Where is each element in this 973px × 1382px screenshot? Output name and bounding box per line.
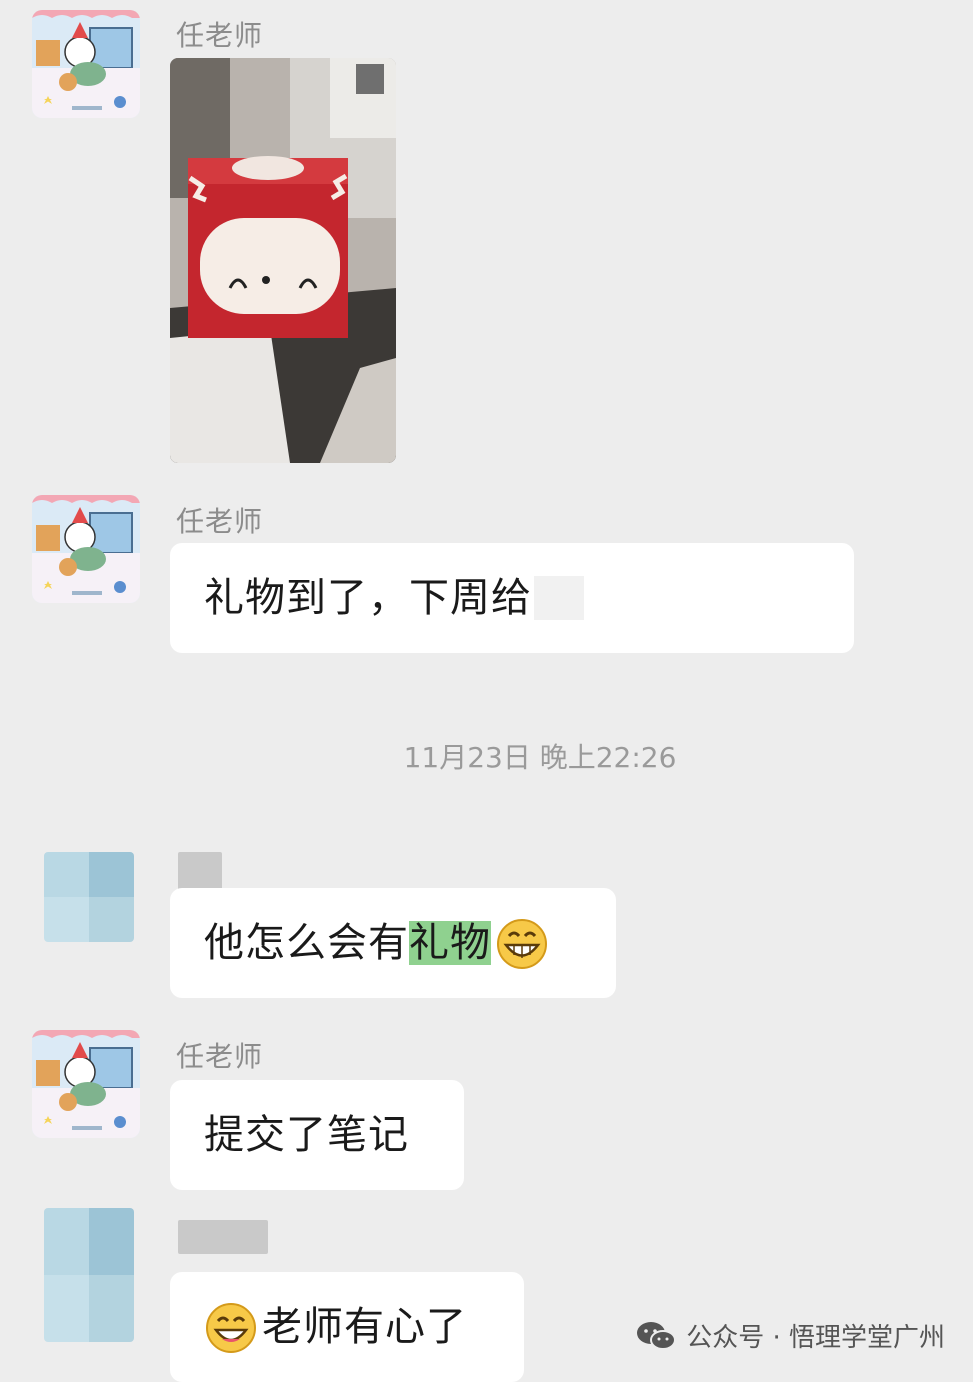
teacher-avatar[interactable] [32, 495, 140, 603]
user-avatar-blurred[interactable] [44, 852, 134, 942]
cartoon-avatar-icon [32, 1030, 140, 1138]
message-text: 礼物到了，下周给 [204, 575, 532, 621]
sender-name-redacted [178, 852, 222, 892]
message-bubble[interactable]: 老师有心了 [170, 1272, 524, 1382]
message-bubble[interactable]: 他怎么会有 礼物 [170, 888, 616, 998]
message-bubble[interactable]: 提交了笔记 [170, 1080, 464, 1190]
sender-name: 任老师 [176, 1040, 264, 1073]
message-text: 他怎么会有 [204, 920, 409, 966]
sender-name-redacted [178, 1220, 268, 1254]
redacted-block [534, 576, 584, 620]
user-avatar-blurred[interactable] [44, 1208, 134, 1342]
gift-photo[interactable] [170, 58, 396, 463]
message-bubble[interactable]: 礼物到了，下周给 [170, 543, 854, 653]
chat-timestamp: 11月23日 晚上22:26 [403, 741, 677, 774]
cartoon-avatar-icon [32, 10, 140, 118]
watermark-label: 公众号 · 悟理学堂广州 [686, 1323, 945, 1353]
teacher-avatar[interactable] [32, 1030, 140, 1138]
sender-name: 任老师 [176, 505, 264, 538]
wechat-icon [637, 1321, 677, 1350]
watermark: 公众号 · 悟理学堂广州 [636, 1317, 945, 1354]
grin-emoji-icon [495, 916, 549, 970]
highlighted-keyword[interactable]: 礼物 [409, 921, 491, 965]
cartoon-avatar-icon [32, 495, 140, 603]
message-text: 老师有心了 [262, 1304, 467, 1350]
smile-emoji-icon [204, 1300, 258, 1354]
teacher-avatar[interactable] [32, 10, 140, 118]
gift-box-photo-icon [170, 58, 396, 463]
message-text: 提交了笔记 [204, 1112, 409, 1158]
sender-name: 任老师 [176, 19, 264, 52]
